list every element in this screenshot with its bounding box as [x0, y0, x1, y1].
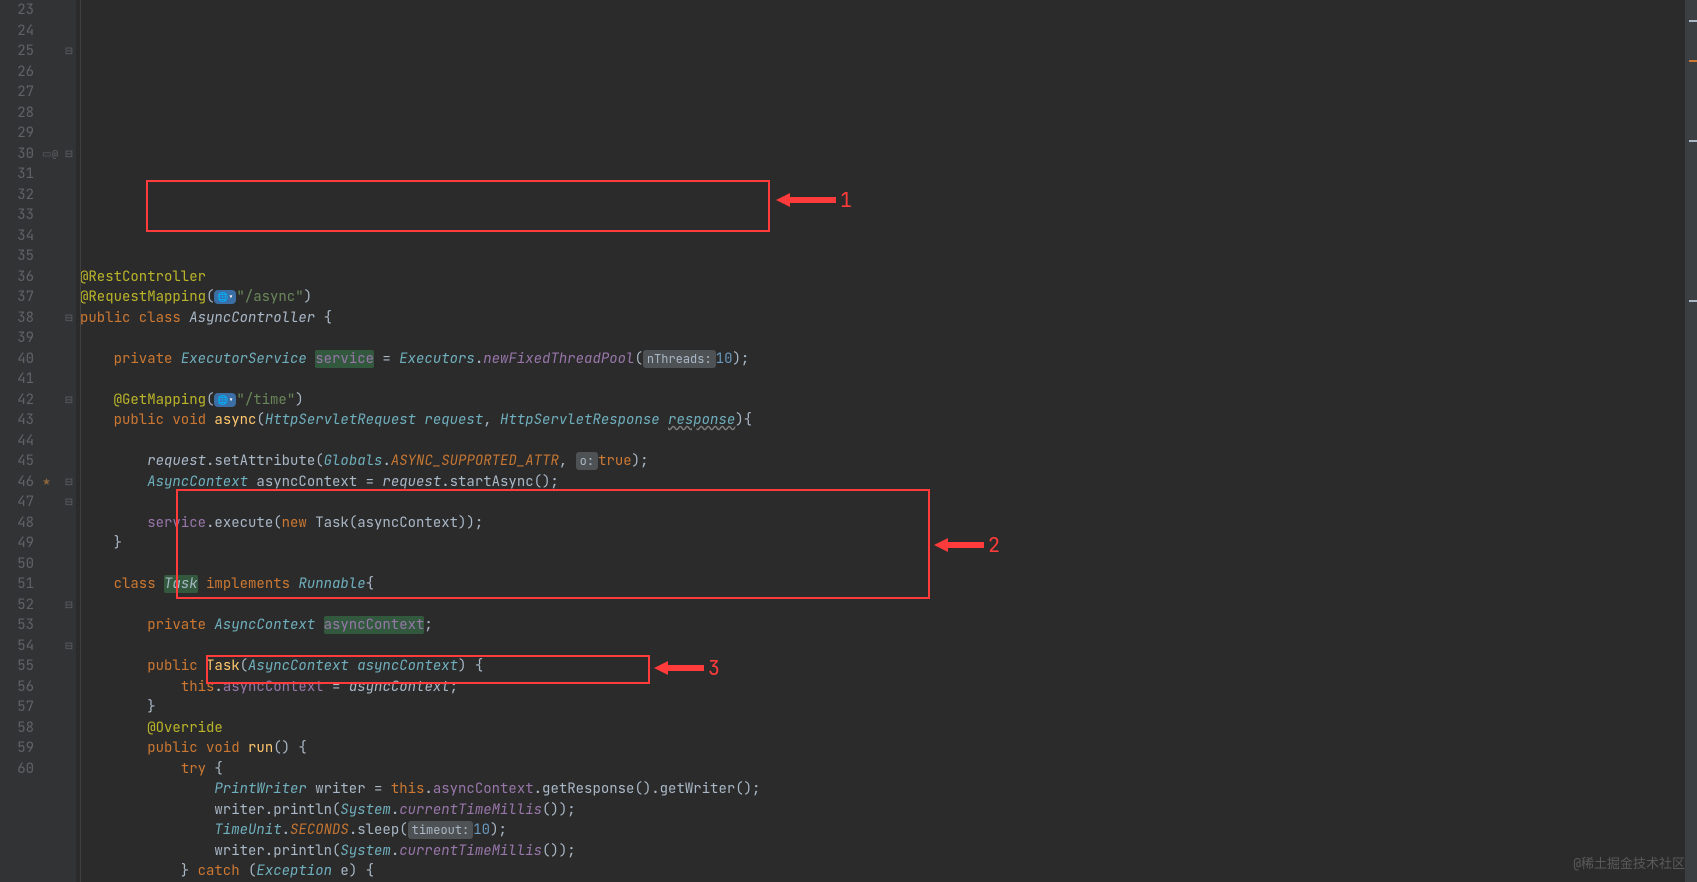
- code-line[interactable]: public void async(HttpServletRequest req…: [80, 410, 1697, 431]
- highlight-box-1: [146, 180, 770, 232]
- fold-toggle[interactable]: ⊟: [62, 472, 76, 493]
- line-number: 51: [4, 574, 34, 595]
- line-number: 25: [4, 41, 34, 62]
- code-line[interactable]: @RequestMapping(🌐▾"/async"): [80, 287, 1697, 308]
- code-line[interactable]: [80, 492, 1697, 513]
- arrow-3: 3: [654, 658, 720, 679]
- code-line[interactable]: @Override: [80, 718, 1697, 739]
- override-icon[interactable]: ★: [42, 472, 51, 493]
- code-line[interactable]: private AsyncContext asyncContext;: [80, 615, 1697, 636]
- line-number: 42: [4, 390, 34, 411]
- code-line[interactable]: service.execute(new Task(asyncContext));: [80, 513, 1697, 534]
- fold-toggle[interactable]: ⊟: [62, 390, 76, 411]
- line-number: 26: [4, 62, 34, 83]
- line-number: 46: [4, 472, 34, 493]
- line-number: 37: [4, 287, 34, 308]
- line-number: 31: [4, 164, 34, 185]
- line-number: 35: [4, 246, 34, 267]
- code-line[interactable]: try {: [80, 759, 1697, 780]
- gutter-icons: ▭ @ ★: [40, 0, 62, 882]
- line-number: 56: [4, 677, 34, 698]
- watermark: @稀土掘金技术社区: [1573, 854, 1685, 875]
- line-number: 36: [4, 267, 34, 288]
- fold-toggle[interactable]: ⊟: [62, 144, 76, 165]
- line-number: 44: [4, 431, 34, 452]
- line-number: 52: [4, 595, 34, 616]
- code-line[interactable]: this.asyncContext = asyncContext;: [80, 677, 1697, 698]
- code-editor[interactable]: 2324252627282930313233343536373839404142…: [0, 0, 1697, 882]
- line-number: 34: [4, 226, 34, 247]
- code-area[interactable]: 1 2 3 @RestController@RequestMapping(🌐▾"…: [76, 0, 1697, 882]
- code-line[interactable]: }: [80, 533, 1697, 554]
- line-number: 45: [4, 451, 34, 472]
- fold-toggle[interactable]: ⊟: [62, 595, 76, 616]
- line-number: 33: [4, 205, 34, 226]
- line-number: 54: [4, 636, 34, 657]
- fold-gutter[interactable]: ⊟⊟⊟⊟⊟⊟⊟⊟: [62, 0, 76, 882]
- line-number: 30: [4, 144, 34, 165]
- fold-toggle[interactable]: ⊟: [62, 308, 76, 329]
- fold-toggle[interactable]: ⊟: [62, 636, 76, 657]
- line-number: 28: [4, 103, 34, 124]
- code-line[interactable]: }: [80, 697, 1697, 718]
- line-number-gutter: 2324252627282930313233343536373839404142…: [0, 0, 40, 882]
- code-line[interactable]: class Task implements Runnable{: [80, 574, 1697, 595]
- line-number: 38: [4, 308, 34, 329]
- line-number: 32: [4, 185, 34, 206]
- code-line[interactable]: [80, 595, 1697, 616]
- at-icon[interactable]: @: [52, 144, 58, 165]
- code-line[interactable]: } catch (Exception e) {: [80, 861, 1697, 882]
- line-number: 55: [4, 656, 34, 677]
- line-number: 39: [4, 328, 34, 349]
- arrow-1: 1: [776, 190, 852, 211]
- arrow-2: 2: [934, 535, 1000, 556]
- scrollbar[interactable]: [1685, 0, 1697, 882]
- line-number: 57: [4, 697, 34, 718]
- fold-toggle[interactable]: ⊟: [62, 41, 76, 62]
- code-line[interactable]: public class AsyncController {: [80, 308, 1697, 329]
- line-number: 58: [4, 718, 34, 739]
- fold-toggle[interactable]: ⊟: [62, 492, 76, 513]
- code-line[interactable]: PrintWriter writer = this.asyncContext.g…: [80, 779, 1697, 800]
- line-number: 50: [4, 554, 34, 575]
- code-line[interactable]: writer.println(System.currentTimeMillis(…: [80, 841, 1697, 862]
- line-number: 49: [4, 533, 34, 554]
- code-line[interactable]: public Task(AsyncContext asyncContext) {: [80, 656, 1697, 677]
- code-line[interactable]: [80, 369, 1697, 390]
- code-line[interactable]: TimeUnit.SECONDS.sleep(timeout:10);: [80, 820, 1697, 841]
- line-number: 53: [4, 615, 34, 636]
- code-line[interactable]: [80, 636, 1697, 657]
- line-number: 48: [4, 513, 34, 534]
- line-number: 40: [4, 349, 34, 370]
- code-line[interactable]: [80, 431, 1697, 452]
- line-number: 29: [4, 123, 34, 144]
- line-number: 27: [4, 82, 34, 103]
- code-line[interactable]: writer.println(System.currentTimeMillis(…: [80, 800, 1697, 821]
- line-number: 60: [4, 759, 34, 780]
- line-number: 24: [4, 21, 34, 42]
- line-number: 47: [4, 492, 34, 513]
- code-line[interactable]: @RestController: [80, 267, 1697, 288]
- code-line[interactable]: request.setAttribute(Globals.ASYNC_SUPPO…: [80, 451, 1697, 472]
- code-line[interactable]: public void run() {: [80, 738, 1697, 759]
- code-line[interactable]: @GetMapping(🌐▾"/time"): [80, 390, 1697, 411]
- code-line[interactable]: [80, 554, 1697, 575]
- code-line[interactable]: private ExecutorService service = Execut…: [80, 349, 1697, 370]
- line-number: 43: [4, 410, 34, 431]
- code-line[interactable]: [80, 328, 1697, 349]
- code-line[interactable]: AsyncContext asyncContext = request.star…: [80, 472, 1697, 493]
- line-number: 23: [4, 0, 34, 21]
- line-number: 59: [4, 738, 34, 759]
- endpoint-icon[interactable]: ▭: [42, 144, 51, 165]
- line-number: 41: [4, 369, 34, 390]
